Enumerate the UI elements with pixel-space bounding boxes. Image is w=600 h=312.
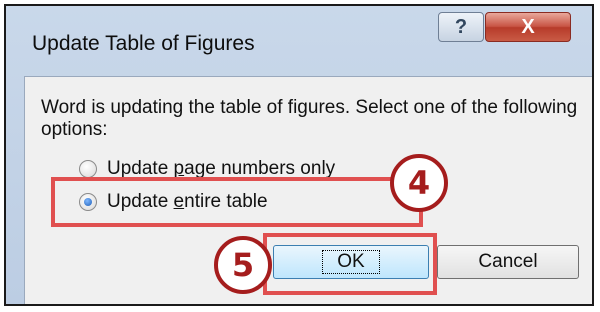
help-icon: ? [454, 16, 468, 38]
option-update-entire-table[interactable]: Update entire table [79, 190, 268, 214]
callout-badge-4: 4 [390, 154, 448, 212]
cancel-label: Cancel [478, 251, 538, 272]
cancel-button[interactable]: Cancel [437, 245, 579, 279]
radio-update-page-numbers[interactable] [79, 160, 97, 178]
help-button[interactable]: ? [438, 12, 484, 42]
dialog-body: Word is updating the table of figures. S… [24, 76, 592, 304]
option-label: Update entire table [107, 191, 268, 212]
dialog-title: Update Table of Figures [32, 32, 255, 55]
title-bar: Update Table of Figures ? X [6, 6, 592, 80]
dialog-window: Update Table of Figures ? X Word is upda… [6, 6, 592, 304]
ok-label: OK [322, 250, 380, 274]
radio-update-entire-table[interactable] [79, 193, 97, 211]
callout-badge-5: 5 [214, 236, 272, 294]
dialog-message: Word is updating the table of figures. S… [41, 97, 578, 140]
ok-button[interactable]: OK [273, 245, 429, 279]
close-icon: X [521, 16, 535, 38]
close-button[interactable]: X [485, 12, 571, 42]
